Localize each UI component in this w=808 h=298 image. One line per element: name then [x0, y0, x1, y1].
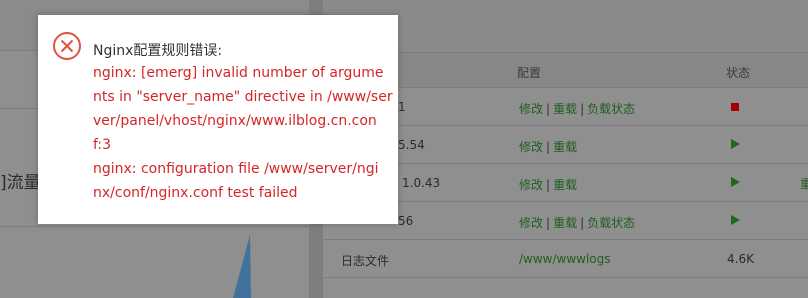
- message-line: ver/panel/vhost/nginx/www.ilblog.cn.con: [93, 113, 377, 129]
- dialog-title: Nginx配置规则错误:: [93, 43, 223, 59]
- edit-link[interactable]: 修改: [519, 216, 543, 230]
- stop-status-icon[interactable]: [731, 103, 739, 111]
- edit-link[interactable]: 修改: [519, 178, 543, 192]
- log-path-link[interactable]: /www/wwwlogs: [519, 252, 611, 266]
- edit-link[interactable]: 修改: [519, 102, 543, 116]
- dialog-message: nginx: [emerg] invalid number of argume …: [93, 61, 393, 205]
- table-row: 日志文件 /www/wwwlogs 4.6K: [323, 240, 808, 278]
- row-name: 1: [398, 100, 406, 114]
- row-name: 56: [398, 214, 414, 228]
- error-circle-x-icon: [53, 32, 81, 60]
- traffic-chart-area: [233, 235, 251, 298]
- traffic-chart: [233, 235, 251, 298]
- row-actions: 修改 | 重载 | 负载状态: [519, 216, 636, 230]
- running-status-icon[interactable]: [731, 215, 740, 225]
- message-line: nts in "server_name" directive in /www/s…: [93, 89, 393, 105]
- row-actions: 修改 | 重载: [519, 140, 578, 154]
- reload-link[interactable]: 重载: [553, 216, 577, 230]
- log-file-label: 日志文件: [341, 254, 390, 268]
- running-status-icon[interactable]: [731, 139, 740, 149]
- running-status-icon[interactable]: [731, 177, 740, 187]
- message-line: f:3: [93, 137, 112, 153]
- nginx-error-dialog: Nginx配置规则错误: nginx: [emerg] invalid numb…: [38, 15, 398, 224]
- message-line: nginx: configuration file /www/server/ng…: [93, 161, 379, 177]
- log-path: /www/wwwlogs: [519, 252, 611, 266]
- reload-link[interactable]: 重载: [553, 102, 577, 116]
- column-header-status: 状态: [726, 66, 751, 80]
- log-size: 4.6K: [727, 252, 754, 266]
- load-status-link[interactable]: 负载状态: [587, 216, 635, 230]
- column-header-config: 配置: [517, 66, 542, 80]
- truncated-reload-link[interactable]: 重: [800, 175, 808, 192]
- left-panel-divider: [0, 226, 309, 227]
- traffic-label: ]流量: [0, 173, 41, 193]
- row-actions: 修改 | 重载: [519, 178, 578, 192]
- message-line: nx/conf/nginx.conf test failed: [93, 185, 298, 201]
- row-name: 5.54: [398, 138, 425, 152]
- row-name: 1.0.43: [402, 176, 441, 190]
- edit-link[interactable]: 修改: [519, 140, 543, 154]
- reload-link[interactable]: 重载: [553, 178, 577, 192]
- load-status-link[interactable]: 负载状态: [587, 102, 635, 116]
- row-actions: 修改 | 重载 | 负载状态: [519, 102, 636, 116]
- message-line: nginx: [emerg] invalid number of argume: [93, 65, 384, 81]
- reload-link[interactable]: 重载: [553, 140, 577, 154]
